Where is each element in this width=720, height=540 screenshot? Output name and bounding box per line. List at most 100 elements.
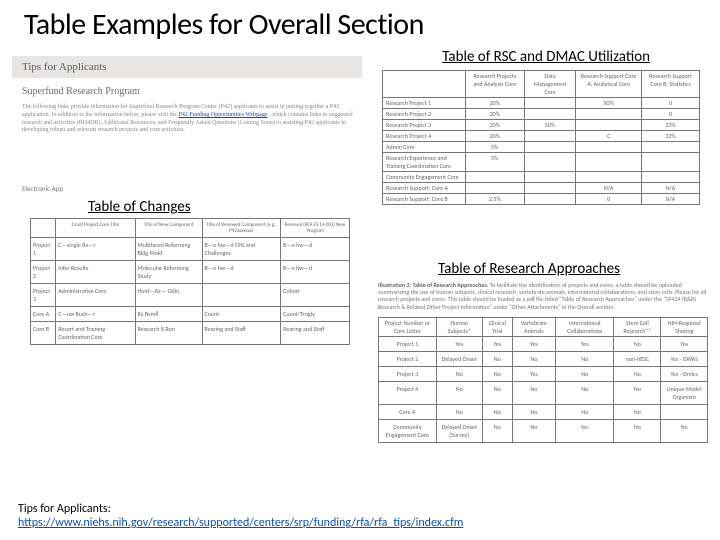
srp-link[interactable]: P42 Funding Opportunities Webpage (179, 112, 268, 118)
cell: No (614, 336, 661, 351)
cell: Project 4 (379, 381, 437, 404)
cell: non-hESC (614, 351, 661, 366)
table-row: Core ANoNoNoNoNo (379, 404, 708, 419)
cell: Delayed Onset (Survey) (436, 419, 482, 442)
tips-banner: Tips for Applicants (12, 56, 362, 78)
table-row: Project 1C—single Rx—rMultifaced Reformi… (31, 238, 350, 261)
cell (524, 194, 575, 205)
cell: No (512, 351, 555, 366)
cell: Unique Model Organism (661, 381, 708, 404)
cell: 33% (642, 120, 700, 131)
cell (642, 172, 700, 183)
cell: 20% (465, 131, 524, 142)
table-row: Community Engagement CoreDelayed Onset (… (379, 419, 708, 442)
cell: No (661, 419, 708, 442)
cell: Core B (31, 322, 56, 345)
cell: No (482, 404, 512, 419)
cell (465, 172, 524, 183)
cell: Project 3 (379, 366, 437, 381)
electronic-app-label: Electronic App (22, 184, 63, 193)
cell: Resort and Training Coordination Core (56, 322, 135, 345)
cell: Administrative Core (56, 284, 135, 307)
cell: B—e hw—d (281, 238, 350, 261)
cell: Yes (512, 336, 555, 351)
cell (202, 284, 281, 307)
col-header: Project Number or Core Letter (379, 317, 437, 336)
cell: C (576, 131, 642, 142)
cell: B—e hw—d (281, 261, 350, 284)
cell: No (482, 366, 512, 381)
cell: 2.5% (465, 194, 524, 205)
cell (524, 183, 575, 194)
cell: No (436, 366, 482, 381)
cell: No (512, 381, 555, 404)
cell: Rearing and Staff (281, 322, 350, 345)
cell: C—single Rx—r (56, 238, 135, 261)
cell: Delayed Onset (436, 351, 482, 366)
cell: C—uw Rush—r (56, 307, 135, 322)
footer-link[interactable]: https://www.niehs.nih.gov/research/suppo… (18, 516, 463, 530)
col-header: Title of Renewed Component (e.g., P42xxx… (202, 219, 281, 238)
cell: Project 1 (379, 336, 437, 351)
cell: 20% (465, 109, 524, 120)
cell: 0 (642, 109, 700, 120)
slide-root: Table Examples for Overall Section Table… (0, 0, 720, 540)
cell (576, 109, 642, 120)
cell: Research Support: Core B (383, 194, 466, 205)
cell: Yes - Omics (661, 366, 708, 381)
cell: No (512, 419, 555, 442)
cell: Core A (379, 404, 437, 419)
cell: 0 (576, 194, 642, 205)
cell: N/A (642, 194, 700, 205)
cell: Project 1 (31, 238, 56, 261)
page-title: Table Examples for Overall Section (0, 0, 720, 47)
cell: No (482, 381, 512, 404)
cell: Rearing and Staff (202, 322, 281, 345)
cell: Project 2 (379, 351, 437, 366)
srp-heading: Superfund Research Program (22, 86, 140, 97)
srp-body: The following links provide information … (22, 104, 362, 135)
cell: No (614, 366, 661, 381)
col-header: Grant Project Core Title (56, 219, 135, 238)
col-header: Vertebrate Animals (512, 317, 555, 336)
cell (642, 153, 700, 172)
cell: No (556, 366, 614, 381)
table-row: Project 2Delayed OnsetNoNoNonon-hESCYes … (379, 351, 708, 366)
subhead-rsc: Table of RSC and DMAC Utilization (442, 48, 650, 66)
subhead-changes: Table of Changes (88, 198, 191, 216)
cell: 50% (576, 98, 642, 109)
cell: Yes (661, 336, 708, 351)
cell: Rx Bvmfl (135, 307, 202, 322)
cell: Research Support: Core A (383, 183, 466, 194)
table-row: Core BResort and Training Coordination C… (31, 322, 350, 345)
col-header: Title of New Component (135, 219, 202, 238)
col-header (31, 219, 56, 238)
cell: Research Project 4 (383, 131, 466, 142)
table-row: Core AC—uw Rush—rRx BvmflCountCount/Trng… (31, 307, 350, 322)
cell: No (436, 404, 482, 419)
table-row: Research Project 220% 0 (383, 109, 700, 120)
table-row: Research Project 420%C33% (383, 131, 700, 142)
cell: No (556, 351, 614, 366)
table-row: Project 3Administrative CoreHunt—Rx— Odi… (31, 284, 350, 307)
cell: No (482, 351, 512, 366)
cell (465, 183, 524, 194)
cell: Core A (31, 307, 56, 322)
table-row: Research Project 320%50%33% (383, 120, 700, 131)
cell (524, 109, 575, 120)
cell: Project 2 (31, 261, 56, 284)
table-row: Project 4NoNoNoNoNoUnique Model Organism (379, 381, 708, 404)
cell: 5% (465, 142, 524, 153)
table-approaches: Project Number or Core LetterHuman Subje… (378, 317, 708, 443)
cell (524, 153, 575, 172)
cell: Multifaced Reforming Bldg Mold (135, 238, 202, 261)
cell (661, 404, 708, 419)
col-header: Clinical Trial (482, 317, 512, 336)
cell: Research Project 2 (383, 109, 466, 120)
col-header: Stem Cell Research** (614, 317, 661, 336)
col-header: Human Subjects* (436, 317, 482, 336)
cell: Research Project 1 (383, 98, 466, 109)
cell (524, 172, 575, 183)
cell: Yes (512, 366, 555, 381)
cell: Research Project 3 (383, 120, 466, 131)
